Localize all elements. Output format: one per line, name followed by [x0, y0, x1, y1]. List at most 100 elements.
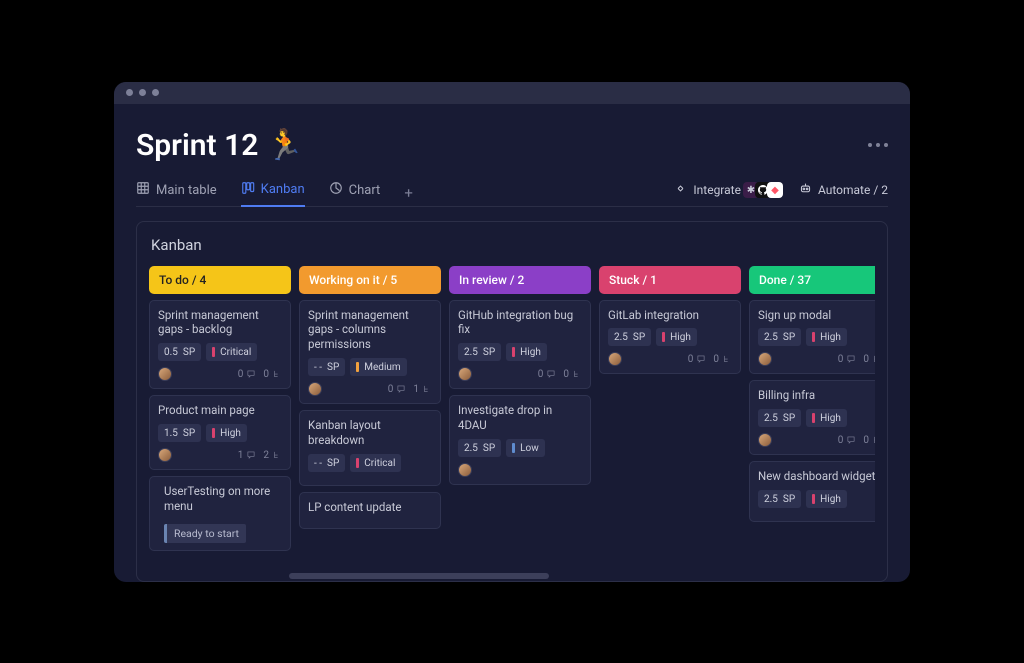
card[interactable]: New dashboard widget 2.5SP High: [749, 461, 875, 522]
card-title: GitLab integration: [608, 308, 732, 323]
traffic-light-maximize[interactable]: [152, 89, 159, 96]
card-footer: 0 0: [158, 367, 282, 381]
subitem-count: 0: [563, 369, 582, 380]
card-title: Sign up modal: [758, 308, 875, 323]
comment-count: 0: [688, 354, 707, 365]
avatar: [158, 448, 172, 462]
card[interactable]: GitLab integration 2.5SP High 0 0: [599, 300, 741, 375]
card-tags: - -SP Medium: [308, 358, 432, 376]
card-title: Sprint management gaps - columns permiss…: [308, 308, 432, 353]
card[interactable]: Sprint management gaps - columns permiss…: [299, 300, 441, 405]
board-actions: Integrate ✱ ◆ Automate / 2: [674, 182, 888, 204]
app-window: Sprint 12 🏃 Main table Kanban Chart +: [114, 82, 910, 582]
card-tags: 0.5SP Critical: [158, 343, 282, 361]
avatar: [608, 352, 622, 366]
add-view-button[interactable]: +: [404, 184, 413, 202]
traffic-light-minimize[interactable]: [139, 89, 146, 96]
card-tags: 2.5SP High: [608, 328, 732, 346]
card[interactable]: Sign up modal 2.5SP High 0 0: [749, 300, 875, 375]
story-points-pill: - -SP: [308, 454, 345, 472]
card-tags: 2.5SP High: [758, 409, 875, 427]
chart-icon: [329, 181, 343, 199]
card[interactable]: GitHub integration bug fix 2.5SP High 0 …: [449, 300, 591, 390]
priority-pill: High: [806, 490, 847, 508]
tab-label: Kanban: [261, 182, 305, 197]
avatar: [458, 463, 472, 477]
comment-count: 1: [238, 450, 257, 461]
integrate-icon: [674, 182, 687, 198]
comment-count: 0: [838, 354, 857, 365]
traffic-light-close[interactable]: [126, 89, 133, 96]
tab-main-table[interactable]: Main table: [136, 181, 217, 205]
status-pill: Ready to start: [164, 524, 246, 543]
card-title: Sprint management gaps - backlog: [158, 308, 282, 338]
gitlab-icon: ◆: [767, 182, 783, 198]
column-header[interactable]: In review / 2: [449, 266, 591, 294]
card-title: GitHub integration bug fix: [458, 308, 582, 338]
window-titlebar: [114, 82, 910, 104]
integrate-button[interactable]: Integrate ✱ ◆: [674, 182, 783, 198]
comment-count: 0: [388, 384, 407, 395]
horizontal-scrollbar[interactable]: [289, 573, 549, 579]
subitem-count: 0: [263, 369, 282, 380]
card-list: GitLab integration 2.5SP High 0 0: [599, 300, 741, 375]
card[interactable]: LP content update: [299, 492, 441, 529]
card-title: Product main page: [158, 403, 282, 418]
column-working: Working on it / 5 Sprint management gaps…: [299, 266, 441, 579]
card-title: Investigate drop in 4DAU: [458, 403, 582, 433]
card[interactable]: Investigate drop in 4DAU 2.5SP Low: [449, 395, 591, 485]
avatar: [758, 433, 772, 447]
subitem-count: 0: [713, 354, 732, 365]
priority-pill: High: [206, 424, 247, 442]
integration-badges: ✱ ◆: [747, 182, 783, 198]
card-footer: 0 0: [608, 352, 732, 366]
column-header[interactable]: Stuck / 1: [599, 266, 741, 294]
priority-pill: High: [806, 409, 847, 427]
automate-button[interactable]: Automate / 2: [799, 182, 888, 198]
column-header[interactable]: Working on it / 5: [299, 266, 441, 294]
story-points-pill: 2.5SP: [758, 409, 801, 427]
tab-chart[interactable]: Chart: [329, 181, 381, 205]
card[interactable]: UserTesting on more menu Ready to start: [149, 476, 291, 551]
subitem-count: 0: [863, 435, 875, 446]
card-tags: 2.5SP Low: [458, 439, 582, 457]
card-title: New dashboard widget: [758, 469, 875, 484]
column-header[interactable]: To do / 4: [149, 266, 291, 294]
page-header: Sprint 12 🏃: [136, 128, 888, 163]
priority-pill: High: [806, 328, 847, 346]
more-menu-button[interactable]: [868, 143, 888, 147]
card-list: Sprint management gaps - columns permiss…: [299, 300, 441, 530]
card-footer: 0 0: [758, 352, 875, 366]
subitem-count: 1: [413, 384, 432, 395]
card[interactable]: Kanban layout breakdown - -SP Critical: [299, 410, 441, 486]
integrate-label: Integrate: [693, 183, 741, 197]
card-list: Sign up modal 2.5SP High 0 0: [749, 300, 875, 523]
comment-count: 0: [238, 369, 257, 380]
story-points-pill: 2.5SP: [758, 490, 801, 508]
card-tags: - -SP Critical: [308, 454, 432, 472]
card-title: Kanban layout breakdown: [308, 418, 432, 448]
column-review: In review / 2 GitHub integration bug fix…: [449, 266, 591, 579]
card[interactable]: Product main page 1.5SP High 1 2: [149, 395, 291, 470]
avatar: [308, 382, 322, 396]
card[interactable]: Billing infra 2.5SP High 0 0: [749, 380, 875, 455]
story-points-pill: 2.5SP: [458, 343, 501, 361]
priority-pill: Critical: [206, 343, 257, 361]
priority-pill: High: [506, 343, 547, 361]
story-points-pill: 2.5SP: [458, 439, 501, 457]
kanban-board: Kanban To do / 4 Sprint management gaps …: [136, 221, 888, 582]
card[interactable]: Sprint management gaps - backlog 0.5SP C…: [149, 300, 291, 390]
page-content: Sprint 12 🏃 Main table Kanban Chart +: [114, 104, 910, 582]
card-list: Sprint management gaps - backlog 0.5SP C…: [149, 300, 291, 552]
column-done: Done / 37 Sign up modal 2.5SP High: [749, 266, 875, 579]
tab-kanban[interactable]: Kanban: [241, 181, 305, 207]
column-header[interactable]: Done / 37: [749, 266, 875, 294]
avatar: [158, 367, 172, 381]
card-footer: 1 2: [158, 448, 282, 462]
page-title-text: Sprint 12: [136, 128, 258, 163]
kanban-columns: To do / 4 Sprint management gaps - backl…: [149, 266, 875, 579]
card-tags: 2.5SP High: [758, 490, 875, 508]
card-title: LP content update: [308, 500, 432, 515]
card-title: UserTesting on more menu: [164, 484, 282, 514]
automate-icon: [799, 182, 812, 198]
